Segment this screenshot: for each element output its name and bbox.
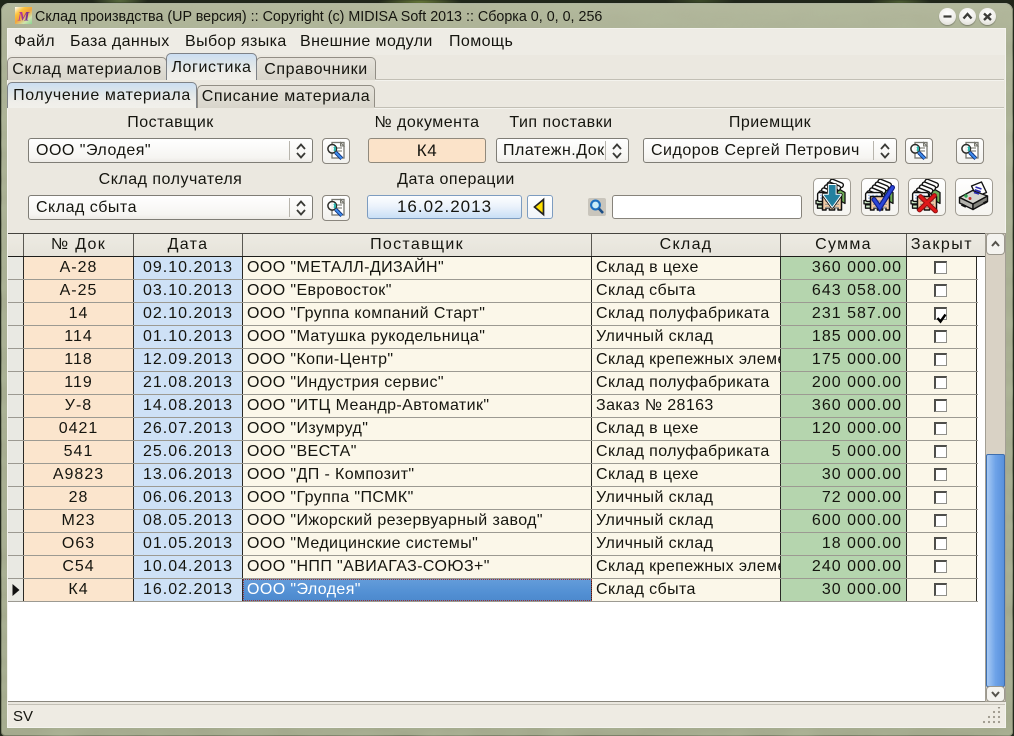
- svg-text:M: M: [17, 9, 30, 24]
